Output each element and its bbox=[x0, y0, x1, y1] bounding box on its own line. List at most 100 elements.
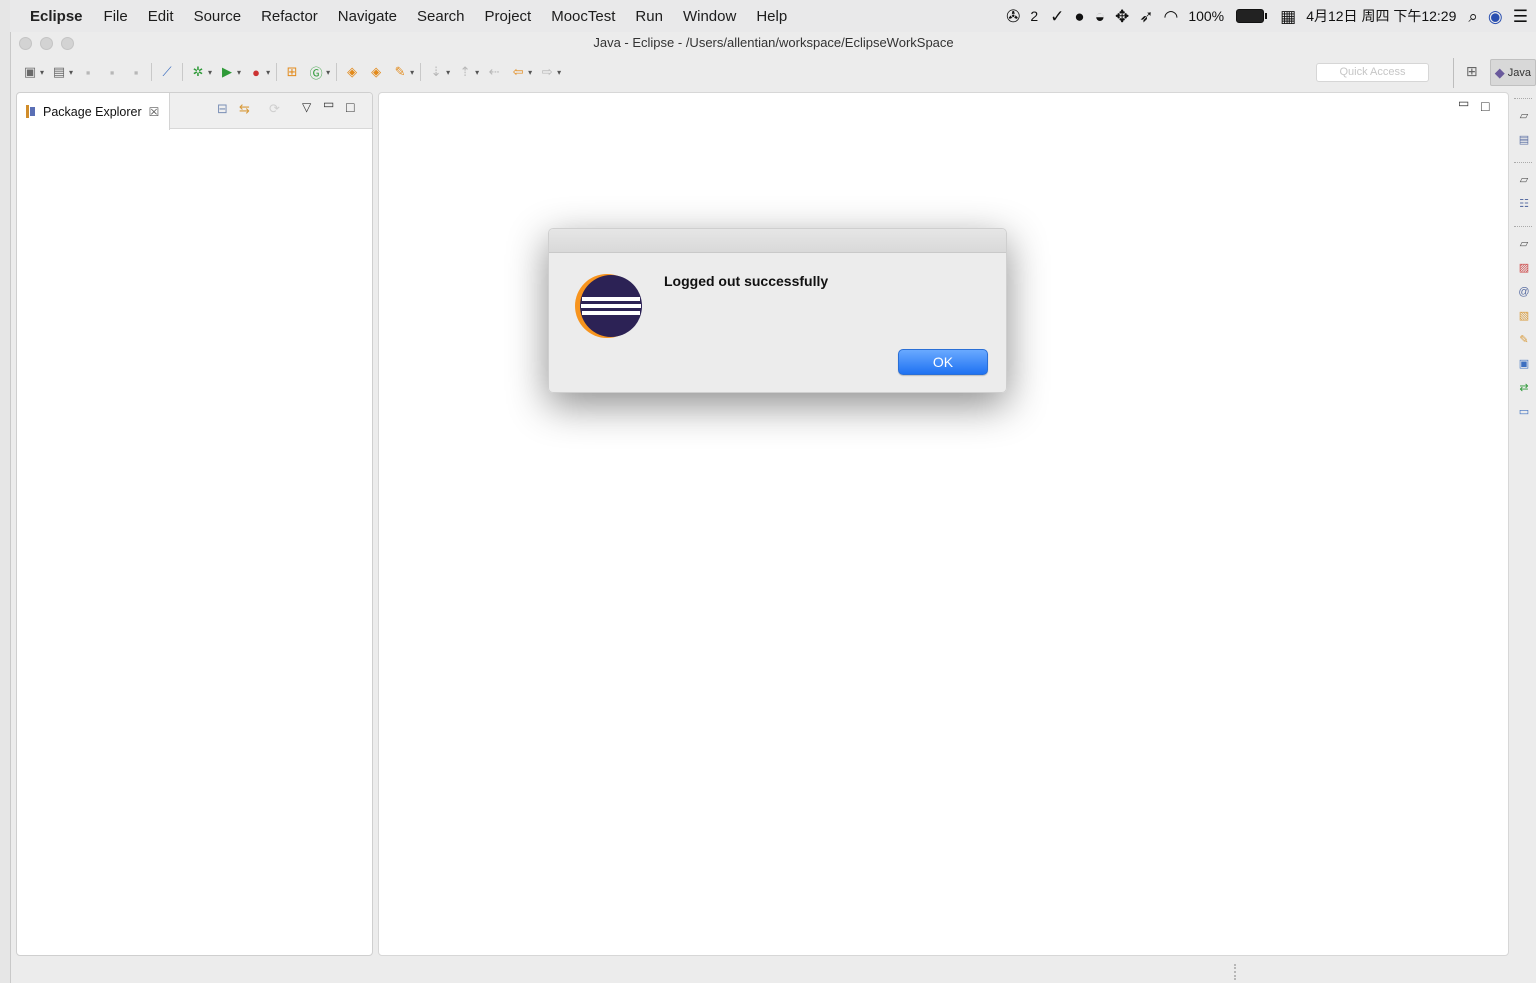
trim-grip[interactable] bbox=[1514, 98, 1532, 99]
save-all-icon[interactable]: ▪ bbox=[103, 63, 121, 81]
last-edit-location-icon[interactable]: ⇠ bbox=[485, 63, 503, 81]
minimize-editor-icon[interactable]: ▭ bbox=[1458, 96, 1469, 110]
window-titlebar: Java - Eclipse - /Users/allentian/worksp… bbox=[11, 32, 1536, 54]
java-perspective-button[interactable]: ◆ Java bbox=[1489, 59, 1536, 86]
open-type-icon[interactable]: ◈ bbox=[343, 63, 361, 81]
menu-mooctest[interactable]: MoocTest bbox=[551, 8, 615, 25]
tab-label: Package Explorer bbox=[43, 104, 142, 119]
menu-source[interactable]: Source bbox=[194, 8, 242, 25]
problems-icon[interactable]: ▨ bbox=[1518, 262, 1530, 274]
restore-icon[interactable]: ▱ bbox=[1518, 174, 1530, 186]
ok-button[interactable]: OK bbox=[898, 349, 988, 375]
menu-refactor[interactable]: Refactor bbox=[261, 8, 318, 25]
new-java-package-icon[interactable]: ⊞ bbox=[283, 63, 301, 81]
close-tab-icon[interactable]: ☒ bbox=[149, 105, 160, 119]
close-window-icon[interactable] bbox=[19, 37, 32, 50]
chevron-down-icon[interactable]: ▾ bbox=[40, 68, 44, 77]
restore-icon[interactable]: ▱ bbox=[1518, 110, 1530, 122]
dialog-message: Logged out successfully bbox=[664, 273, 829, 289]
new-java-class-icon[interactable]: Ⓖ bbox=[307, 63, 325, 81]
chevron-down-icon[interactable]: ▾ bbox=[266, 68, 270, 77]
wechat-icon[interactable]: ✇ bbox=[1006, 8, 1020, 25]
battery-percent: 100% bbox=[1188, 8, 1225, 24]
back-icon[interactable]: ⇦ bbox=[509, 63, 527, 81]
zoom-window-icon[interactable] bbox=[61, 37, 74, 50]
notification-center-icon[interactable]: ☰ bbox=[1513, 8, 1528, 25]
menu-search[interactable]: Search bbox=[417, 8, 465, 25]
battery-icon[interactable] bbox=[1236, 9, 1268, 23]
tab-package-explorer[interactable]: Package Explorer ☒ bbox=[17, 93, 170, 130]
package-explorer-view: Package Explorer ☒ ⊟ ⇆ ⟳ ▽ ▭ □ bbox=[16, 92, 373, 956]
toolbar-separator bbox=[420, 63, 422, 81]
eclipse-logo-icon bbox=[575, 274, 642, 338]
progress-icon[interactable]: ⇄ bbox=[1518, 382, 1530, 394]
chevron-down-icon[interactable]: ▾ bbox=[557, 68, 561, 77]
chevron-down-icon[interactable]: ▾ bbox=[69, 68, 73, 77]
maximize-editor-icon[interactable]: □ bbox=[1481, 98, 1489, 114]
clock[interactable]: 4月12日 周四 下午12:29 bbox=[1306, 6, 1456, 26]
menu-app-eclipse[interactable]: Eclipse bbox=[30, 8, 83, 25]
chevron-down-icon[interactable]: ▾ bbox=[410, 68, 414, 77]
console-icon[interactable]: ▣ bbox=[1518, 358, 1530, 370]
search-tool-icon[interactable]: ✎ bbox=[391, 63, 409, 81]
task-list-icon[interactable]: ▤ bbox=[1518, 134, 1530, 146]
link-with-editor-icon[interactable]: ⇆ bbox=[239, 101, 250, 117]
menu-edit[interactable]: Edit bbox=[148, 8, 174, 25]
javadoc-icon[interactable]: @ bbox=[1518, 286, 1530, 298]
paper-plane-icon[interactable]: ➶ bbox=[1139, 8, 1153, 25]
toolbar-separator bbox=[182, 63, 184, 81]
trim-grip[interactable] bbox=[1514, 226, 1532, 227]
macos-menu-bar: Eclipse File Edit Source Refactor Naviga… bbox=[10, 0, 1536, 32]
external-tools-icon[interactable]: ● bbox=[247, 63, 265, 81]
right-trim-stack: ▱ ▤ ▱ ☷ ▱ ▨ @ ▧ ✎ ▣ ⇄ ▭ bbox=[1510, 92, 1536, 432]
declaration-icon[interactable]: ▧ bbox=[1518, 310, 1530, 322]
status-bar-grip[interactable] bbox=[1234, 964, 1236, 980]
wifi-icon[interactable]: ◠ bbox=[1163, 8, 1178, 25]
skip-breakpoints-icon[interactable]: ⟋ bbox=[158, 63, 176, 81]
spotlight-search-icon[interactable]: ⌕ bbox=[1468, 8, 1478, 25]
outline-icon[interactable]: ☷ bbox=[1518, 198, 1530, 210]
quick-access-input[interactable]: Quick Access bbox=[1316, 63, 1429, 82]
chevron-down-icon[interactable]: ▾ bbox=[475, 68, 479, 77]
run-icon[interactable]: ▶ bbox=[218, 63, 236, 81]
restore-icon[interactable]: ▱ bbox=[1518, 238, 1530, 250]
search-view-icon[interactable]: ✎ bbox=[1518, 334, 1530, 346]
view-menu-icon[interactable]: ▽ bbox=[302, 100, 311, 114]
trim-grip[interactable] bbox=[1514, 162, 1532, 163]
chevron-down-icon[interactable]: ▾ bbox=[237, 68, 241, 77]
collapse-all-icon[interactable]: ⊟ bbox=[217, 101, 228, 117]
browser-icon[interactable]: ▭ bbox=[1518, 406, 1530, 418]
open-icon[interactable]: ▤ bbox=[50, 63, 68, 81]
menu-window[interactable]: Window bbox=[683, 8, 736, 25]
save-icon[interactable]: ▪ bbox=[79, 63, 97, 81]
menu-run[interactable]: Run bbox=[635, 8, 663, 25]
menu-navigate[interactable]: Navigate bbox=[338, 8, 397, 25]
minimize-window-icon[interactable] bbox=[40, 37, 53, 50]
print-icon[interactable]: ▪ bbox=[127, 63, 145, 81]
maximize-view-icon[interactable]: □ bbox=[346, 99, 354, 115]
forward-icon[interactable]: ⇨ bbox=[538, 63, 556, 81]
dialog-titlebar bbox=[549, 229, 1006, 253]
focus-icon[interactable]: ⟳ bbox=[269, 101, 280, 117]
next-annotation-icon[interactable]: ⇣ bbox=[427, 63, 445, 81]
qq-penguin-icon[interactable]: ● bbox=[1074, 8, 1084, 25]
siri-icon[interactable]: ◉ bbox=[1488, 8, 1503, 25]
previous-annotation-icon[interactable]: ⇡ bbox=[456, 63, 474, 81]
open-task-icon[interactable]: ◈ bbox=[367, 63, 385, 81]
minimize-view-icon[interactable]: ▭ bbox=[323, 97, 334, 111]
chevron-down-icon[interactable]: ▾ bbox=[326, 68, 330, 77]
java-perspective-label: Java bbox=[1507, 66, 1531, 79]
hat-icon[interactable]: ◒ bbox=[1095, 8, 1105, 25]
debug-icon[interactable]: ✲ bbox=[189, 63, 207, 81]
open-perspective-icon[interactable]: ⊞ bbox=[1462, 63, 1482, 83]
chevron-down-icon[interactable]: ▾ bbox=[208, 68, 212, 77]
chevron-down-icon[interactable]: ▾ bbox=[446, 68, 450, 77]
menu-project[interactable]: Project bbox=[485, 8, 532, 25]
menu-file[interactable]: File bbox=[104, 8, 128, 25]
menu-help[interactable]: Help bbox=[756, 8, 787, 25]
chevron-down-icon[interactable]: ▾ bbox=[528, 68, 532, 77]
checkmark-circle-icon[interactable]: ✓ bbox=[1050, 8, 1064, 25]
new-icon[interactable]: ▣ bbox=[21, 63, 39, 81]
crosshair-icon[interactable]: ✥ bbox=[1115, 8, 1129, 25]
input-method-icon[interactable]: ▦ bbox=[1280, 8, 1296, 25]
